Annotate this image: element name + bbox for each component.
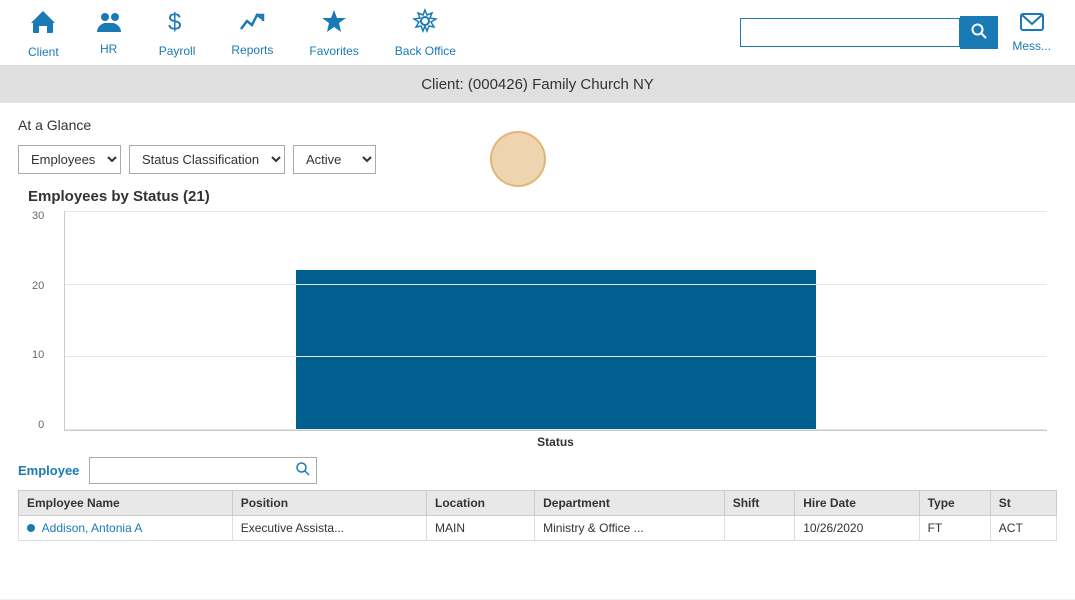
y-label-10: 10 bbox=[32, 350, 44, 361]
employee-search-row: Employee bbox=[18, 457, 1057, 484]
employee-label[interactable]: Employee bbox=[18, 463, 79, 478]
chart-area bbox=[64, 211, 1047, 431]
cell-position: Executive Assista... bbox=[232, 516, 426, 541]
filter-row: Employees Status Classification Active I… bbox=[18, 145, 1057, 174]
employee-search-field[interactable] bbox=[90, 460, 290, 482]
payroll-icon: $ bbox=[166, 8, 188, 40]
col-header-position: Position bbox=[232, 491, 426, 516]
chart-title: Employees by Status (21) bbox=[28, 188, 1047, 205]
table-header-row: Employee Name Position Location Departme… bbox=[19, 491, 1057, 516]
col-header-hiredate: Hire Date bbox=[795, 491, 919, 516]
col-header-department: Department bbox=[535, 491, 725, 516]
cell-location: MAIN bbox=[427, 516, 535, 541]
employee-table: Employee Name Position Location Departme… bbox=[18, 490, 1057, 541]
nav-messages[interactable]: Mess... bbox=[998, 0, 1065, 65]
backoffice-icon bbox=[412, 8, 438, 40]
client-name: Client: (000426) Family Church NY bbox=[421, 76, 654, 93]
col-header-status: St bbox=[990, 491, 1056, 516]
nav-payroll-label: Payroll bbox=[159, 44, 196, 58]
chart-bar-active bbox=[296, 270, 816, 430]
client-icon bbox=[29, 7, 57, 41]
search-bar bbox=[740, 16, 998, 49]
nav-payroll[interactable]: $ Payroll bbox=[141, 0, 214, 65]
svg-text:$: $ bbox=[168, 9, 181, 34]
nav-client-label: Client bbox=[28, 45, 59, 59]
employees-dropdown[interactable]: Employees bbox=[18, 145, 121, 174]
x-axis-label: Status bbox=[64, 435, 1047, 449]
at-a-glance-title: At a Glance bbox=[18, 117, 1057, 133]
col-header-name: Employee Name bbox=[19, 491, 233, 516]
client-bar: Client: (000426) Family Church NY bbox=[0, 66, 1075, 103]
col-header-type: Type bbox=[919, 491, 990, 516]
nav-reports-label: Reports bbox=[231, 43, 273, 57]
cell-name: Addison, Antonia A bbox=[19, 516, 233, 541]
status-classification-dropdown[interactable]: Status Classification bbox=[129, 145, 285, 174]
cell-type: FT bbox=[919, 516, 990, 541]
y-axis-labels: 30 20 10 0 bbox=[32, 211, 44, 431]
reports-icon bbox=[239, 9, 265, 39]
y-label-0: 0 bbox=[32, 420, 44, 431]
nav-favorites-label: Favorites bbox=[309, 44, 358, 58]
hr-icon bbox=[95, 10, 123, 38]
nav-favorites[interactable]: Favorites bbox=[291, 0, 376, 65]
search-input[interactable] bbox=[740, 18, 960, 47]
active-dropdown[interactable]: Active Inactive All bbox=[293, 145, 376, 174]
nav-backoffice-label: Back Office bbox=[395, 44, 456, 58]
cell-shift bbox=[724, 516, 794, 541]
nav-client[interactable]: Client bbox=[10, 0, 77, 65]
table-row: Addison, Antonia A Executive Assista... … bbox=[19, 516, 1057, 541]
chart-container: Employees by Status (21) 30 20 10 0 bbox=[18, 188, 1057, 449]
y-label-20: 20 bbox=[32, 281, 44, 292]
employee-search-button[interactable] bbox=[290, 458, 316, 483]
col-header-shift: Shift bbox=[724, 491, 794, 516]
cell-department: Ministry & Office ... bbox=[535, 516, 725, 541]
favorites-icon bbox=[321, 8, 347, 40]
messages-label: Mess... bbox=[1012, 39, 1051, 53]
nav-reports[interactable]: Reports bbox=[213, 0, 291, 65]
top-navigation: Client HR $ Payroll Reports bbox=[0, 0, 1075, 66]
nav-backoffice[interactable]: Back Office bbox=[377, 0, 474, 65]
active-circle-highlight bbox=[490, 131, 546, 187]
nav-hr-label: HR bbox=[100, 42, 117, 56]
y-label-30: 30 bbox=[32, 211, 44, 222]
employee-link[interactable]: Addison, Antonia A bbox=[42, 521, 143, 535]
main-content: At a Glance Employees Status Classificat… bbox=[0, 103, 1075, 599]
bar-wrapper bbox=[65, 211, 1047, 430]
col-header-location: Location bbox=[427, 491, 535, 516]
cell-status: ACT bbox=[990, 516, 1056, 541]
search-button[interactable] bbox=[960, 16, 998, 49]
cell-hiredate: 10/26/2020 bbox=[795, 516, 919, 541]
employee-search-input-container bbox=[89, 457, 317, 484]
nav-hr[interactable]: HR bbox=[77, 0, 141, 65]
status-dot bbox=[27, 524, 35, 532]
